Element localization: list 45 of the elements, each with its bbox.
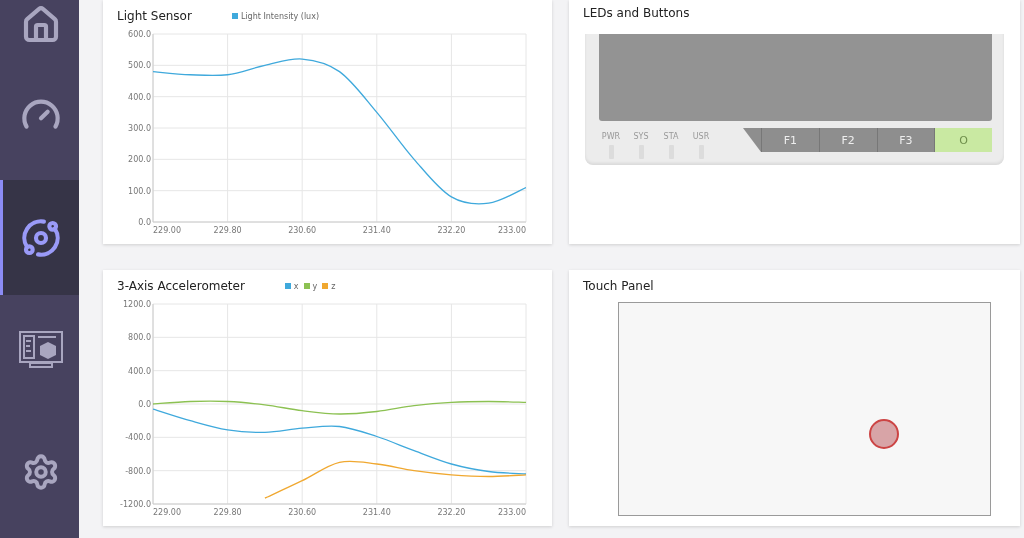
tick-label: 400.0	[128, 366, 151, 376]
tick-label: -1200.0	[120, 500, 151, 509]
tick-label: 1200.0	[123, 300, 151, 309]
card-title: 3-Axis Accelerometer	[117, 279, 245, 293]
legend-item: x	[284, 281, 299, 291]
touch-point	[869, 419, 899, 449]
led-label: STA	[663, 132, 679, 141]
led-label: PWR	[601, 132, 621, 141]
tick-label: 233.00	[498, 226, 526, 235]
tick-label: 229.00	[153, 226, 181, 235]
tick-label: 100.0	[128, 186, 151, 196]
card-title: Touch Panel	[583, 279, 654, 293]
tick-label: 0.0	[138, 400, 151, 409]
nav-item[interactable]	[0, 180, 79, 295]
hardware-button[interactable]: O	[934, 128, 992, 152]
tick-label: 232.20	[437, 508, 466, 517]
tick-label: 232.20	[437, 226, 466, 235]
legend-item: y	[303, 281, 318, 291]
tick-label: 229.80	[213, 508, 242, 517]
card-title: Light Sensor	[117, 9, 192, 23]
tick-label: 231.40	[362, 226, 391, 235]
card-title: LEDs and Buttons	[583, 6, 691, 20]
home-icon	[21, 5, 61, 45]
orbit-icon	[21, 217, 61, 258]
led-label: USR	[692, 132, 710, 141]
legend-item: z	[322, 281, 336, 291]
tick-label: 300.0	[128, 124, 151, 133]
tick-label: 500.0	[128, 61, 151, 71]
settings-icon	[22, 452, 60, 491]
tick-label: -800.0	[125, 466, 151, 476]
tick-label: 230.60	[288, 508, 317, 517]
led-label: SYS	[633, 132, 649, 141]
tick-label: 800.0	[128, 333, 151, 343]
tick-label: 200.0	[128, 155, 151, 165]
tick-label: 0.0	[138, 218, 151, 227]
tick-label: 231.40	[362, 508, 391, 517]
tick-label: 229.00	[153, 508, 181, 517]
tick-label: 230.60	[288, 226, 317, 235]
legend-item: Light Intensity (lux)	[231, 11, 320, 21]
dashboard-icon	[18, 330, 64, 370]
tick-label: 233.00	[498, 508, 526, 517]
tick-label: 400.0	[128, 92, 151, 102]
tick-label: 229.80	[213, 226, 242, 235]
tick-label: 600.0	[128, 30, 151, 39]
tick-label: -400.0	[125, 433, 151, 443]
